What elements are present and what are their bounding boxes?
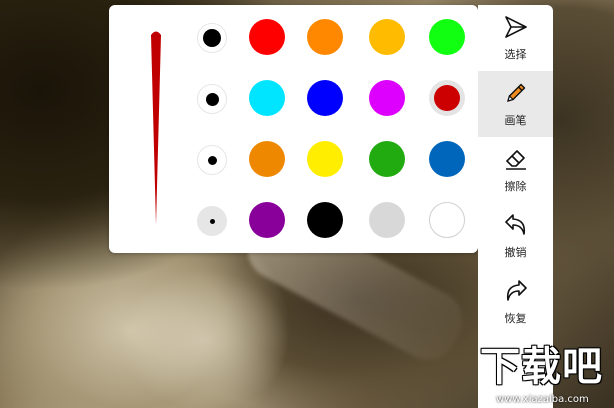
- size-option-medium[interactable]: [197, 84, 227, 114]
- color-swatch[interactable]: [249, 80, 285, 116]
- color-swatch[interactable]: [307, 202, 343, 238]
- eraser-icon: [505, 150, 526, 170]
- redo-button[interactable]: 恢复: [478, 269, 553, 335]
- color-palette-popup: [109, 5, 478, 253]
- eraser-tool-label: 擦除: [504, 180, 527, 193]
- color-swatch[interactable]: [429, 202, 465, 238]
- watermark-title: 下载吧: [480, 344, 603, 390]
- color-swatch[interactable]: [429, 19, 465, 55]
- color-swatch[interactable]: [307, 19, 343, 55]
- redo-label: 恢复: [504, 312, 527, 325]
- size-dot: [205, 92, 219, 106]
- color-swatch[interactable]: [249, 141, 285, 177]
- cursor-arrow-icon: [504, 16, 527, 38]
- color-swatch-fill: [434, 85, 460, 111]
- background-highlight: [120, 270, 290, 408]
- undo-label: 撤销: [504, 246, 527, 259]
- color-swatch[interactable]: [429, 141, 465, 177]
- size-option-tiny[interactable]: [197, 206, 227, 236]
- size-dot: [209, 218, 215, 224]
- color-swatch[interactable]: [369, 19, 405, 55]
- pen-tool-button[interactable]: 画笔: [478, 71, 553, 137]
- color-swatch-selected[interactable]: [429, 80, 465, 116]
- color-swatch[interactable]: [249, 19, 285, 55]
- color-swatch[interactable]: [369, 80, 405, 116]
- size-option-small[interactable]: [197, 145, 227, 175]
- undo-arrow-icon: [504, 214, 525, 235]
- select-tool-button[interactable]: 选择: [478, 5, 553, 71]
- undo-button[interactable]: 撤销: [478, 203, 553, 269]
- color-swatch[interactable]: [369, 141, 405, 177]
- site-watermark: 下载吧 www.xiazaiba.com: [478, 344, 614, 408]
- color-swatch[interactable]: [249, 202, 285, 238]
- select-tool-label: 选择: [504, 48, 527, 61]
- color-swatch[interactable]: [307, 141, 343, 177]
- color-swatch[interactable]: [369, 202, 405, 238]
- size-dot: [207, 155, 217, 165]
- eraser-tool-button[interactable]: 擦除: [478, 137, 553, 203]
- color-swatch[interactable]: [307, 80, 343, 116]
- size-option-large[interactable]: [197, 23, 227, 53]
- pencil-icon: [506, 83, 525, 102]
- pen-tool-label: 画笔: [504, 114, 527, 127]
- watermark-url: www.xiazaiba.com: [496, 394, 589, 405]
- size-dot: [203, 29, 221, 47]
- redo-arrow-icon: [506, 280, 527, 301]
- brush-preview: [151, 31, 161, 225]
